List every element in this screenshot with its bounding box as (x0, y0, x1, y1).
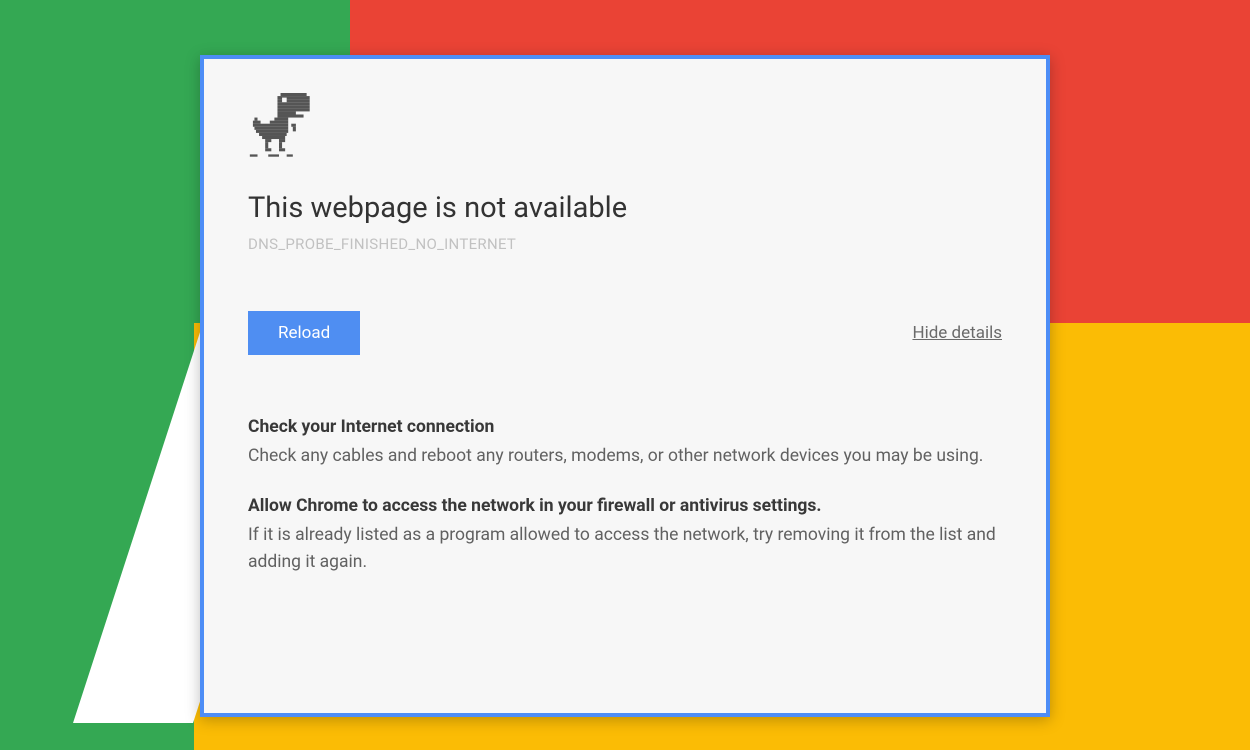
detail-block: Check your Internet connection Check any… (248, 417, 1002, 470)
hide-details-link[interactable]: Hide details (912, 323, 1002, 343)
error-code: DNS_PROBE_FINISHED_NO_INTERNET (248, 235, 1002, 253)
error-title: This webpage is not available (248, 191, 1002, 225)
detail-heading: Check your Internet connection (248, 417, 1002, 437)
reload-button[interactable]: Reload (248, 311, 360, 355)
error-card: This webpage is not available DNS_PROBE_… (200, 55, 1050, 717)
action-row: Reload Hide details (248, 311, 1002, 355)
detail-body: Check any cables and reboot any routers,… (248, 443, 1002, 470)
detail-heading: Allow Chrome to access the network in yo… (248, 496, 1002, 516)
detail-block: Allow Chrome to access the network in yo… (248, 496, 1002, 576)
detail-body: If it is already listed as a program all… (248, 522, 1002, 576)
dinosaur-icon (248, 93, 310, 159)
dino-icon[interactable] (248, 93, 1002, 159)
